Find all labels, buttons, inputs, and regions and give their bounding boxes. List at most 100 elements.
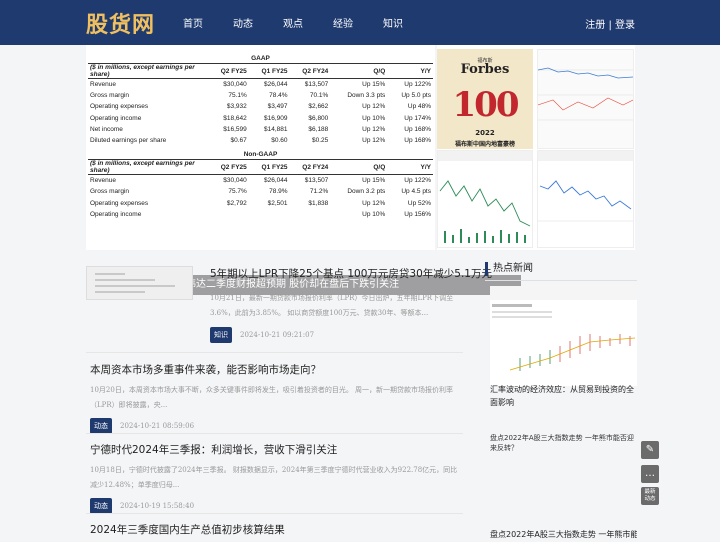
edit-icon[interactable]: ✎ <box>641 441 659 459</box>
stock-chart-thumb[interactable] <box>437 150 533 248</box>
table-cell: Up 168% <box>404 137 431 145</box>
site-logo[interactable]: 股货网 <box>86 7 155 39</box>
list-item[interactable]: 5年期以上LPR下降25个基点 100万元房贷30年减少5.1万元 10月21日… <box>86 258 492 346</box>
divider <box>86 433 463 434</box>
table-cell: 75.7% <box>228 188 247 196</box>
nav-item-home[interactable]: 首页 <box>183 15 233 30</box>
table-cell: Up 10% <box>362 114 386 122</box>
article-title[interactable]: 2024年三季度国内生产总值初步核算结果 <box>86 522 463 537</box>
table-cell: Up 5.0 pts <box>401 91 431 99</box>
table-cell: $0.60 <box>271 137 288 145</box>
category-tag[interactable]: 动态 <box>90 418 112 434</box>
nongaap-body: Revenue $30,040 $26,044 $13,507 Up 15% Up 122… <box>88 175 433 220</box>
table-cell: $2,501 <box>267 199 288 207</box>
col-header: Q2 FY24 <box>289 64 331 79</box>
thumbnail-graphic <box>87 267 192 299</box>
hot-news-rule <box>485 280 637 281</box>
table-cell: $1,838 <box>308 199 329 207</box>
list-item[interactable]: 2024年三季度国内生产总值初步核算结果 <box>86 522 463 542</box>
nongaap-header-row: ($ in millions, except earnings per shar… <box>88 160 433 176</box>
row-label: Revenue <box>90 80 117 88</box>
gaap-table: ($ in millions, except earnings per shar… <box>88 64 433 146</box>
earnings-table-image: GAAP ($ in millions, except earnings per… <box>86 45 435 220</box>
table-cell: Down 3.2 pts <box>347 188 386 196</box>
table-cell: 71.2% <box>309 188 329 196</box>
row-label: Operating expenses <box>90 103 149 111</box>
hot-news-header: 热点新闻 <box>485 262 637 276</box>
stock-chart-thumb[interactable] <box>537 150 634 248</box>
stock-chart-graphic <box>537 50 634 148</box>
article-desc: 10月20日，本周资本市场大事不断，众多关键事件即将发生，吸引着投资者的目光。 … <box>90 386 454 409</box>
table-cell: $13,507 <box>304 80 329 88</box>
article-thumbnail[interactable] <box>86 266 193 300</box>
table-row: Operating expenses $3,932 $3,497 $2,662 Up 1… <box>88 101 433 112</box>
table-row: Operating expenses $2,792 $2,501 $1,838 Up 1… <box>88 197 433 208</box>
hot-news-image[interactable] <box>490 286 637 386</box>
list-item[interactable]: 本周资本市场多重事件来袭，能否影响市场走向？ 10月20日，本周资本市场大事不断… <box>86 362 463 434</box>
table-cell: Up 52% <box>407 199 431 207</box>
table-cell: Up 12% <box>362 137 386 145</box>
nongaap-table: ($ in millions, except earnings per shar… <box>88 160 433 220</box>
category-tag[interactable]: 动态 <box>90 498 112 514</box>
list-item[interactable]: 宁德时代2024年三季报：利润增长，营收下滑引关注 10月18日，宁德时代披露了… <box>86 442 463 514</box>
forbes-subtitle: 福布斯中国内地富豪榜 <box>454 141 515 148</box>
auth-divider: | <box>608 20 612 31</box>
table-cell: $3,497 <box>267 103 288 111</box>
article-title[interactable]: 本周资本市场多重事件来袭，能否影响市场走向？ <box>86 362 463 377</box>
gaap-header-row: ($ in millions, except earnings per shar… <box>88 64 433 79</box>
side-image-grid: 福布斯 Forbes 100 2022 福布斯中国内地富豪榜 <box>437 45 635 250</box>
nav-item-news[interactable]: 动态 <box>233 15 283 30</box>
gaap-title: GAAP <box>251 55 270 62</box>
register-link[interactable]: 注册 <box>585 20 605 31</box>
table-cell: Up 15% <box>362 80 386 88</box>
latest-news-button[interactable]: 最新 动态 <box>641 487 659 505</box>
hot-news-panel: 热点新闻 汇率波动的经济效应：从贸易到投资的全面影响 盘点2022年A股三大指数… <box>485 262 637 539</box>
table-cell: $0.67 <box>230 137 247 145</box>
table-row: Diluted earnings per share $0.67 $0.60 $0.2… <box>88 135 433 146</box>
forbes-list-image[interactable]: 福布斯 Forbes 100 2022 福布斯中国内地富豪榜 <box>437 49 533 149</box>
table-cell: Up 174% <box>404 114 431 122</box>
nav-item-experience[interactable]: 经验 <box>333 15 383 30</box>
table-cell: Up 48% <box>407 103 431 111</box>
nav-item-knowledge[interactable]: 知识 <box>383 15 433 30</box>
table-cell: $16,599 <box>223 125 247 133</box>
hot-news-title[interactable]: 盘点2022年A股三大指数走势 一年熊市能 <box>490 529 637 540</box>
table-row: Revenue $30,040 $26,044 $13,507 Up 15% Up 122… <box>88 79 433 90</box>
main-nav: 首页 动态 观点 经验 知识 <box>183 15 433 30</box>
featured-slide[interactable]: GAAP ($ in millions, except earnings per… <box>86 45 521 295</box>
table-cell: Up 12% <box>362 125 386 133</box>
exchange-chart-graphic <box>490 286 637 378</box>
row-label: Revenue <box>90 177 117 185</box>
table-cell: $18,642 <box>223 114 247 122</box>
hot-news-title[interactable]: 汇率波动的经济效应：从贸易到投资的全面影响 <box>490 383 637 409</box>
stock-chart-thumb[interactable] <box>537 49 634 149</box>
article-title[interactable]: 5年期以上LPR下降25个基点 100万元房贷30年减少5.1万元 <box>210 266 492 281</box>
col-header: Q2 FY25 <box>208 64 249 79</box>
comment-icon[interactable]: … <box>641 465 659 483</box>
nav-item-opinion[interactable]: 观点 <box>283 15 333 30</box>
table-cell: Up 122% <box>404 177 431 185</box>
forbes-year: 2022 <box>475 129 495 137</box>
top-navbar: 股货网 首页 动态 观点 经验 知识 注册 | 登录 <box>0 0 720 45</box>
col-header: Q1 FY25 <box>248 160 290 176</box>
table-row: Gross margin 75.1% 78.4% 70.1% Down 3.3 pts U… <box>88 90 433 101</box>
category-tag[interactable]: 知识 <box>210 327 232 343</box>
broken-image-alt[interactable]: 盘点2022年A股三大指数走势 一年熊市能否迎来反转？ <box>490 433 637 453</box>
article-meta: 动态 2024-10-19 15:58:40 <box>86 498 463 514</box>
table-cell <box>249 209 290 220</box>
stock-chart-graphic <box>538 151 633 247</box>
table-cell: 75.1% <box>228 91 247 99</box>
row-label: Gross margin <box>90 91 130 99</box>
forbes-number: 100 <box>452 85 520 125</box>
table-cell: Down 3.3 pts <box>347 91 386 99</box>
table-cell: $14,881 <box>264 125 288 133</box>
table-cell: Up 4.5 pts <box>401 188 431 196</box>
login-link[interactable]: 登录 <box>615 20 635 31</box>
article-title[interactable]: 宁德时代2024年三季报：利润增长，营收下滑引关注 <box>86 442 463 457</box>
table-cell: Up 156% <box>404 210 431 218</box>
table-cell: $0.25 <box>312 137 329 145</box>
col-header: Q2 FY25 <box>208 160 249 176</box>
unit-note: ($ in millions, except earnings per shar… <box>88 160 208 176</box>
table-cell: Up 12% <box>362 199 386 207</box>
table-cell: 78.9% <box>269 188 288 196</box>
